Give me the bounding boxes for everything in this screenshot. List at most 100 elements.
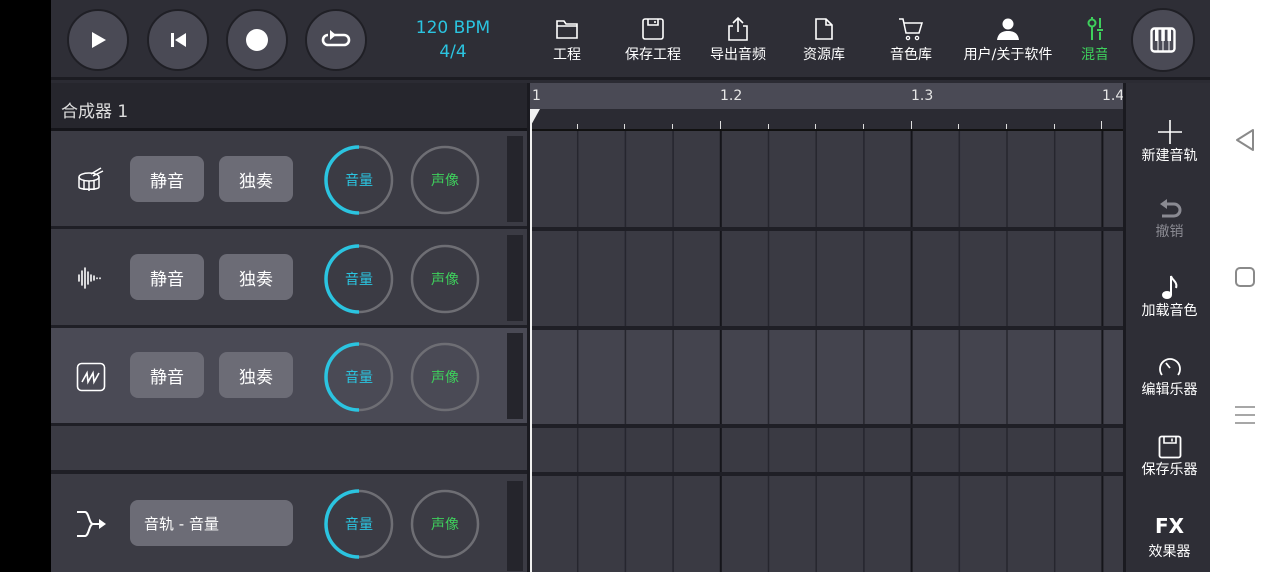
playhead[interactable] <box>530 109 532 572</box>
ruler-tick <box>1006 124 1007 129</box>
pan-label: 声像 <box>431 517 459 533</box>
bpm-label: 120 BPM <box>415 18 491 38</box>
timeline-grid[interactable]: 1 1.2 1.3 1.4 <box>527 83 1124 572</box>
level-meter <box>507 481 523 571</box>
master-volume-label[interactable]: 音轨 - 音量 <box>130 500 293 546</box>
solo-button[interactable]: 独奏 <box>219 254 293 300</box>
pan-knob[interactable]: 声像 <box>410 145 480 215</box>
synth-wave-icon <box>75 361 107 393</box>
floppy-disk-icon <box>642 18 664 40</box>
ruler-tick <box>1101 121 1103 129</box>
ruler-tick <box>958 124 960 129</box>
pan-knob[interactable]: 声像 <box>410 244 480 314</box>
ruler-label: 1.3 <box>911 88 934 104</box>
ruler-tick <box>576 124 578 129</box>
gauge-icon <box>1158 358 1181 376</box>
mute-button[interactable]: 静音 <box>130 352 204 398</box>
track-row[interactable]: 静音 独奏 音量 声像 <box>51 229 527 328</box>
selected-track-lane <box>530 328 1123 426</box>
folder-icon <box>556 20 578 39</box>
pan-knob[interactable]: 声像 <box>410 489 480 559</box>
share-export-icon <box>728 16 748 41</box>
loop-icon <box>321 30 351 47</box>
rewind-button[interactable] <box>147 9 209 71</box>
ruler-tick <box>1053 124 1055 129</box>
ruler-tick <box>815 124 817 129</box>
top-toolbar: 120 BPM 4/4 工程 保存工程 导出音频 资源库 音色库 用户/关于软件 <box>51 0 1210 80</box>
volume-label: 音量 <box>345 517 373 533</box>
recents-nav-button[interactable] <box>1210 404 1280 430</box>
menu-export-audio[interactable]: 导出音频 <box>704 16 772 64</box>
save-instrument-button[interactable]: 保存乐器 <box>1126 433 1213 479</box>
volume-knob[interactable]: 音量 <box>324 244 394 314</box>
instrument-title: 合成器 1 <box>51 83 527 131</box>
playhead-marker-icon[interactable] <box>530 109 544 129</box>
pan-label: 声像 <box>431 173 459 189</box>
tempo-display[interactable]: 120 BPM 4/4 <box>401 16 505 64</box>
load-sound-button[interactable]: 加载音色 <box>1126 274 1213 320</box>
home-nav-button[interactable] <box>1210 266 1280 292</box>
ruler-tick <box>672 124 674 129</box>
pan-label: 声像 <box>431 370 459 386</box>
mixer-icon <box>1087 17 1103 40</box>
menu-mixer[interactable]: 混音 <box>1081 16 1107 64</box>
mute-button[interactable]: 静音 <box>130 156 204 202</box>
pan-label: 声像 <box>431 272 459 288</box>
record-button[interactable] <box>226 9 288 71</box>
floppy-disk-icon <box>1158 435 1181 459</box>
pan-knob[interactable]: 声像 <box>410 342 480 412</box>
undo-button[interactable]: 撤销 <box>1126 195 1213 241</box>
piano-keyboard-button[interactable] <box>1131 8 1195 72</box>
waveform-icon <box>75 262 107 294</box>
effects-button[interactable]: FX 效果器 <box>1126 513 1213 561</box>
ruler-ticks <box>530 109 1123 131</box>
back-triangle-icon <box>1236 129 1254 151</box>
ruler-tick <box>719 121 721 129</box>
play-button[interactable] <box>67 9 129 71</box>
piano-icon <box>1150 27 1176 53</box>
grid-lines <box>530 131 1123 572</box>
menu-lines-icon <box>1235 406 1255 424</box>
volume-label: 音量 <box>345 370 373 386</box>
volume-knob[interactable]: 音量 <box>324 145 394 215</box>
level-meter <box>507 235 523 321</box>
loop-button[interactable] <box>305 9 367 71</box>
menu-save-project[interactable]: 保存工程 <box>619 16 687 64</box>
menu-resource-library[interactable]: 资源库 <box>796 16 852 64</box>
ruler-label: 1.2 <box>720 88 743 104</box>
undo-icon <box>1159 199 1181 218</box>
time-signature-label: 4/4 <box>439 42 467 62</box>
ruler-tick <box>767 124 769 129</box>
record-icon <box>246 29 268 51</box>
new-track-button[interactable]: 新建音轨 <box>1126 119 1213 165</box>
skip-to-start-icon <box>171 33 186 47</box>
edit-instrument-button[interactable]: 编辑乐器 <box>1126 353 1213 399</box>
mute-button[interactable]: 静音 <box>130 254 204 300</box>
volume-knob[interactable]: 音量 <box>324 489 394 559</box>
solo-button[interactable]: 独奏 <box>219 352 293 398</box>
ruler-label: 1 <box>532 88 541 104</box>
volume-knob[interactable]: 音量 <box>324 342 394 412</box>
home-square-icon <box>1235 267 1255 287</box>
back-nav-button[interactable] <box>1210 128 1280 156</box>
ruler[interactable]: 1 1.2 1.3 1.4 <box>530 83 1124 109</box>
menu-user-about[interactable]: 用户/关于软件 <box>956 16 1060 64</box>
ruler-tick <box>624 124 626 129</box>
master-track-row[interactable]: 音轨 - 音量 音量 声像 <box>51 474 527 572</box>
track-row[interactable]: 静音 独奏 音量 声像 <box>51 328 527 426</box>
fx-icon: FX <box>1154 514 1185 538</box>
empty-track-slot[interactable] <box>51 426 527 474</box>
level-meter <box>507 136 523 222</box>
cart-icon <box>899 18 924 41</box>
drum-icon <box>75 164 107 196</box>
user-icon <box>997 18 1019 40</box>
level-meter <box>507 333 523 419</box>
ruler-tick <box>910 121 912 129</box>
menu-sound-library[interactable]: 音色库 <box>883 16 939 64</box>
solo-button[interactable]: 独奏 <box>219 156 293 202</box>
daw-app: 120 BPM 4/4 工程 保存工程 导出音频 资源库 音色库 用户/关于软件 <box>51 0 1210 572</box>
volume-label: 音量 <box>345 173 373 189</box>
track-row[interactable]: 静音 独奏 音量 声像 <box>51 131 527 229</box>
menu-project[interactable]: 工程 <box>543 16 591 64</box>
merge-arrow-icon <box>75 508 107 540</box>
